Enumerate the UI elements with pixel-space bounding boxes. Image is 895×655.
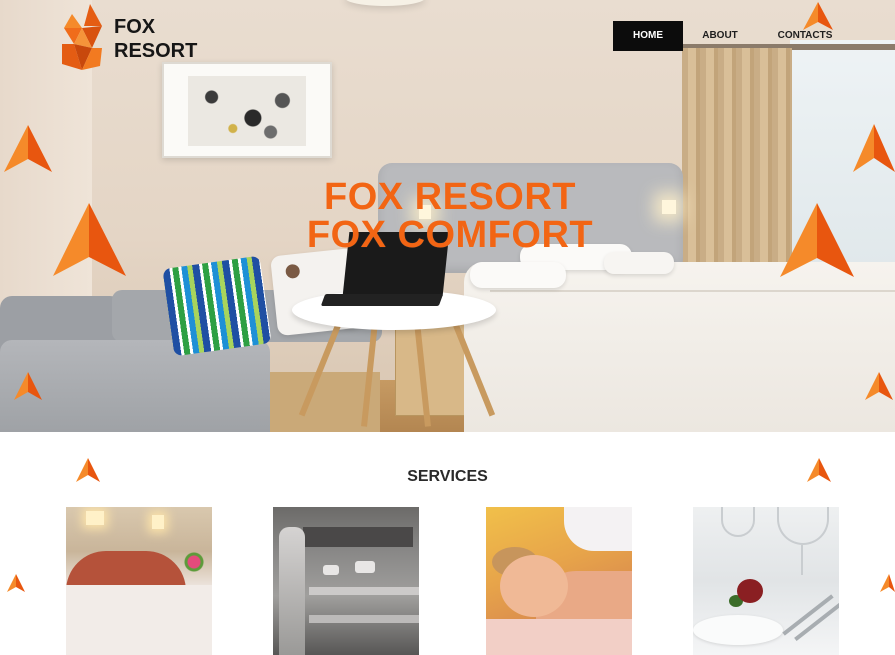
orange-triangle-icon (4, 125, 52, 172)
orange-triangle-icon (14, 372, 42, 400)
pillow (470, 262, 566, 288)
brand-line1: FOX (114, 16, 156, 38)
service-card-dining[interactable] (693, 507, 839, 655)
service-card-restaurant[interactable] (273, 507, 419, 655)
cushion-striped (162, 255, 272, 357)
orange-triangle-icon (780, 203, 854, 277)
orange-triangle-icon (53, 203, 126, 276)
orange-triangle-icon (880, 574, 895, 592)
orange-triangle-icon (7, 574, 25, 592)
laptop-base (320, 294, 444, 306)
service-card-rooms[interactable] (66, 507, 212, 655)
nav-about[interactable]: ABOUT (687, 21, 753, 51)
hero-headline-line1: FOX RESORT (323, 176, 577, 218)
orange-triangle-icon (803, 2, 833, 30)
nav-home[interactable]: HOME (613, 21, 683, 51)
wall-painting (162, 62, 332, 158)
ceiling-lamp (345, 0, 425, 6)
brand-name[interactable]: FOX RESORT (114, 15, 197, 63)
service-card-spa[interactable] (486, 507, 632, 655)
pillow (604, 252, 674, 274)
hero-headline: FOX RESORT FOX COMFORT (290, 178, 610, 254)
wall-lamp-right (662, 200, 676, 214)
bed-sheet-line (490, 290, 895, 292)
hero-headline-line2: FOX COMFORT (306, 214, 594, 256)
fox-logo-icon[interactable] (60, 4, 104, 70)
brand-line2: RESORT (114, 40, 198, 62)
services-heading: SERVICES (407, 468, 488, 485)
curtain (682, 48, 792, 293)
orange-triangle-icon (853, 124, 895, 172)
orange-triangle-icon (865, 372, 893, 400)
hero-banner: FOX RESORT FOX COMFORT (0, 0, 895, 432)
